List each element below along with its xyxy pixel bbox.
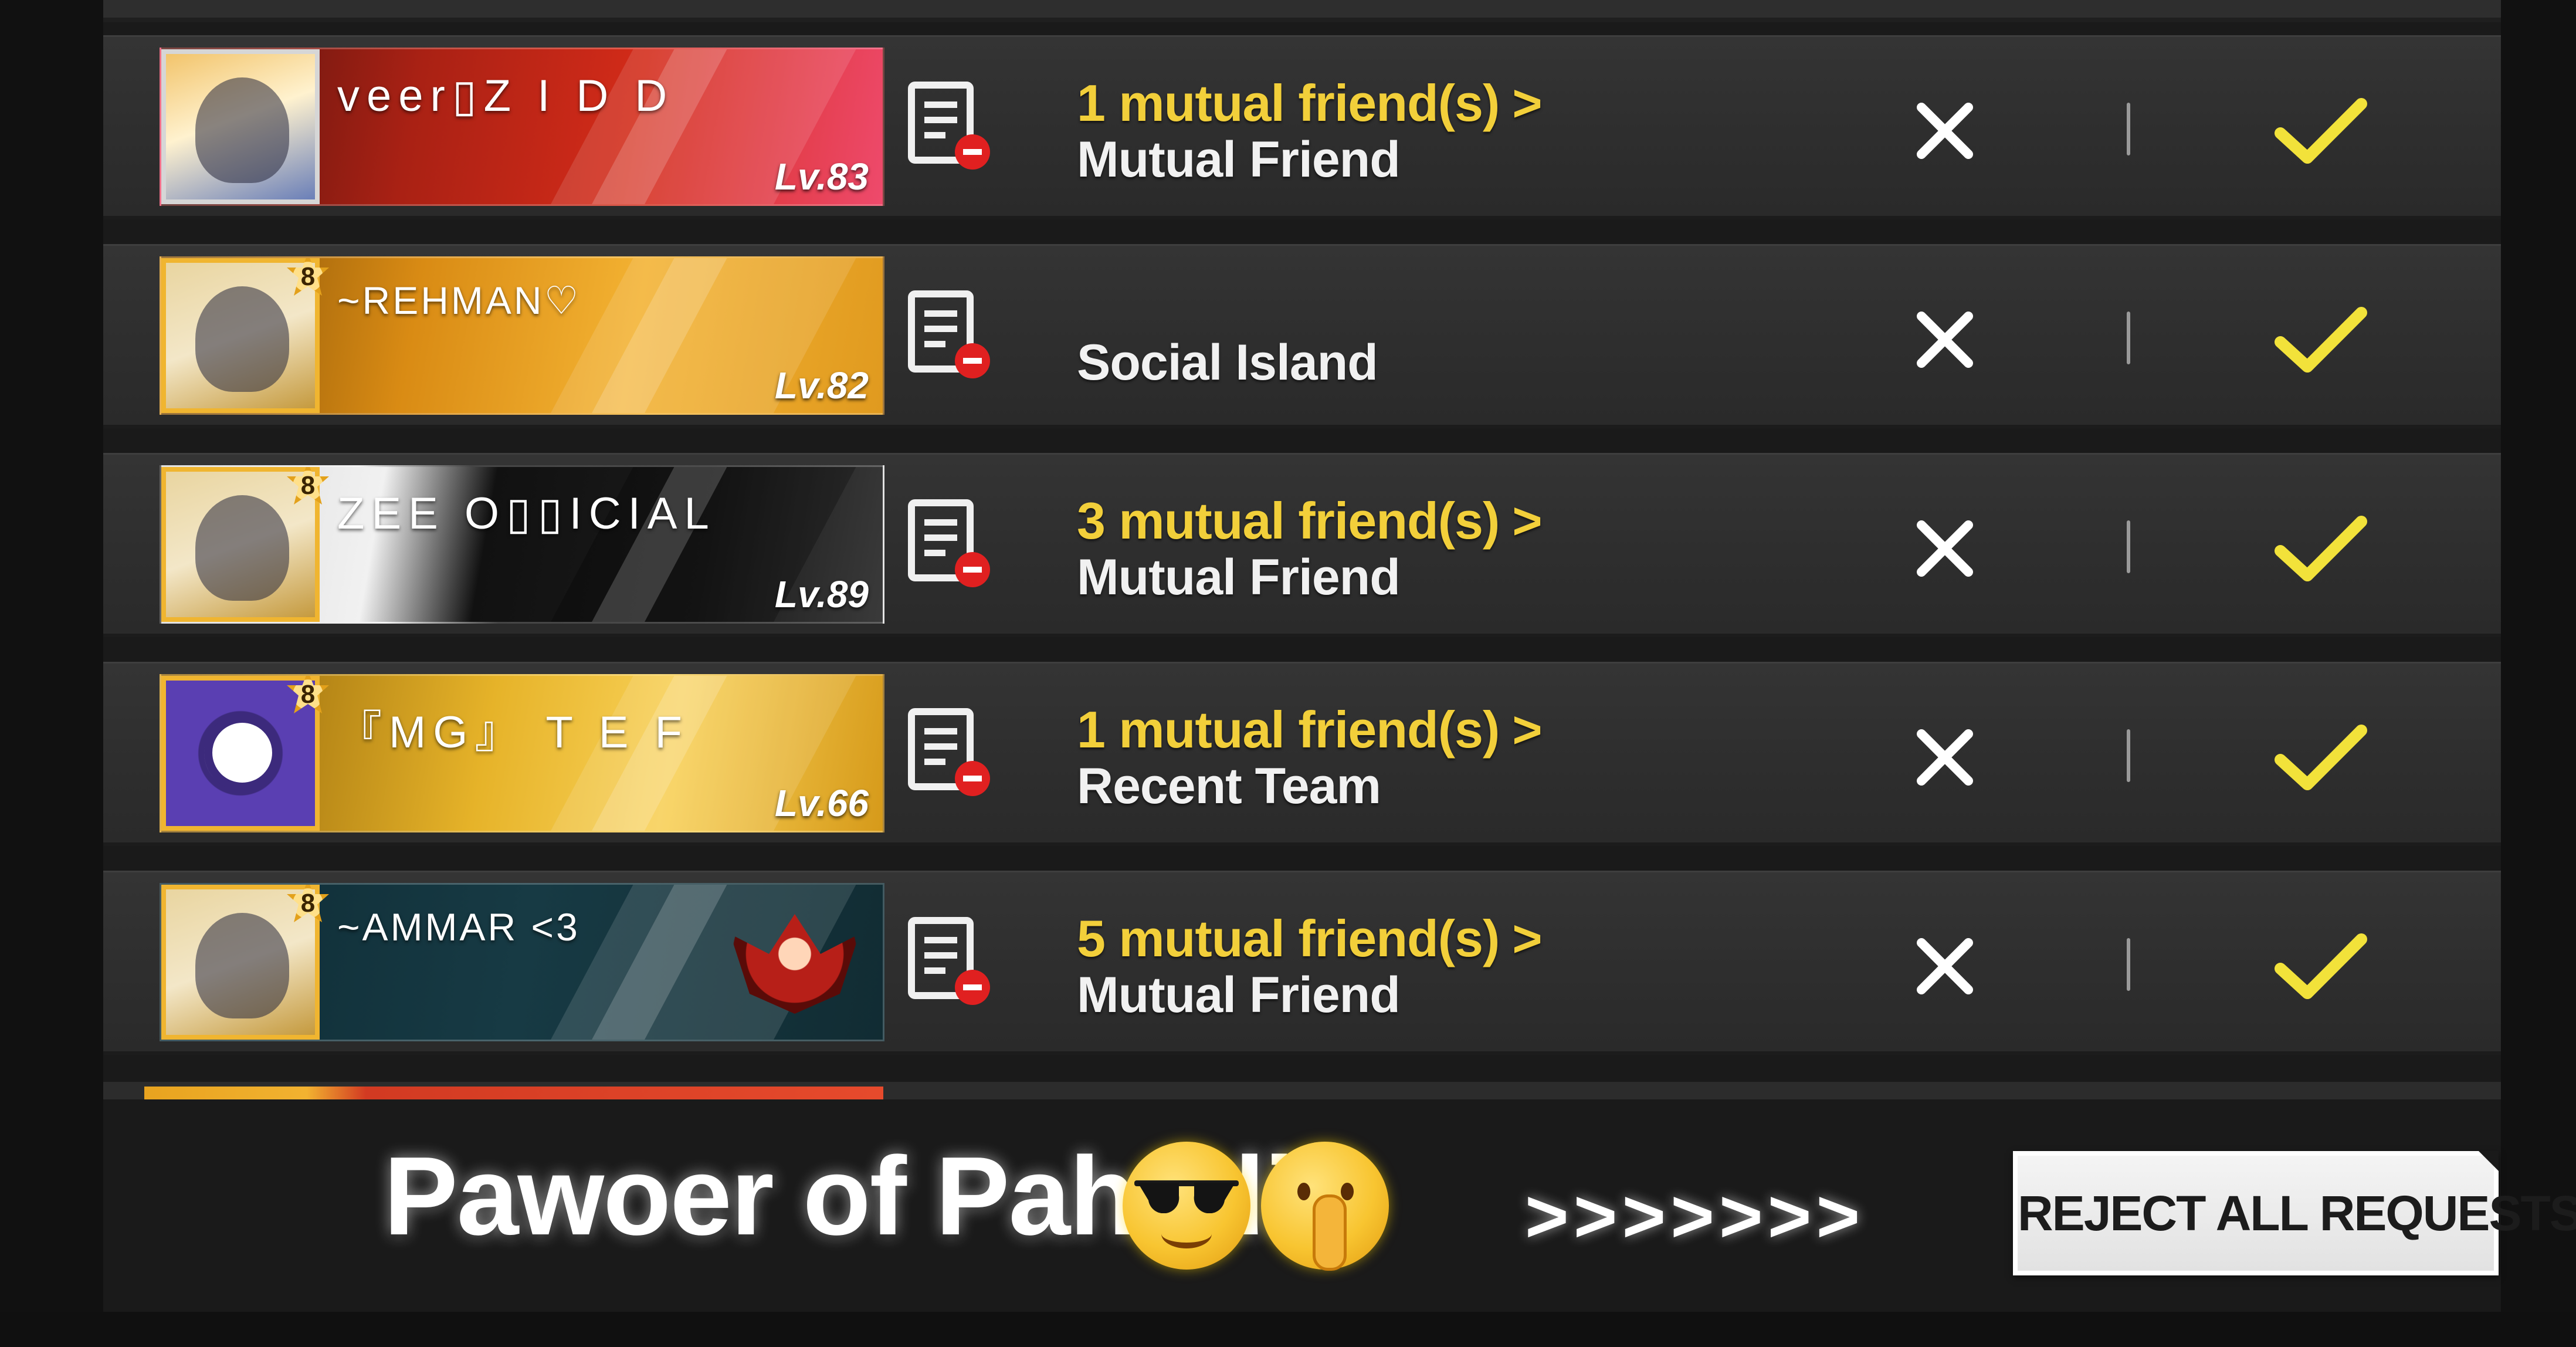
- friend-request-row: 8 ~AMMAR <3 5 mutual friend(s) > Mutual Frie…: [103, 871, 2501, 1055]
- reject-request-button[interactable]: [1904, 90, 1986, 172]
- avatar-figure: [195, 77, 289, 183]
- player-avatar: [161, 467, 320, 622]
- friend-request-row: veer▯Z I D D Lv.83 1 mutual friend(s) > Mutu…: [103, 35, 2501, 219]
- player-level: Lv.83: [774, 155, 869, 198]
- partial-player-card: [144, 1087, 883, 1099]
- left-margin: [0, 0, 103, 1347]
- player-name: 『MG』 T E F: [337, 708, 689, 757]
- view-profile-button[interactable]: [907, 916, 995, 1016]
- mutual-friends-count: 5 mutual friend(s): [1077, 909, 1500, 967]
- emoji-mouth: [1161, 1219, 1212, 1248]
- accept-request-button[interactable]: [2267, 920, 2373, 1014]
- accept-request-button[interactable]: [2267, 85, 2373, 179]
- view-profile-button[interactable]: [907, 707, 995, 807]
- request-source: Mutual Friend: [1077, 131, 1401, 188]
- mutual-friends-count: 1 mutual friend(s): [1077, 74, 1500, 132]
- player-level: Lv.89: [774, 573, 869, 615]
- reject-all-label: REJECT ALL REQUESTS: [2018, 1186, 2576, 1241]
- avatar-figure: [204, 715, 280, 791]
- emoji-eye-left: [1297, 1183, 1310, 1200]
- friend-request-row: 8 ~REHMAN♡ Lv.82 Social Island: [103, 244, 2501, 428]
- action-divider: [2127, 938, 2130, 991]
- close-icon: [1917, 938, 1973, 994]
- avatar-figure: [195, 913, 289, 1018]
- friend-request-row: 8 ZEE O▯▯ICIAL Lv.89 3 mutual friend(s) > Mut…: [103, 453, 2501, 637]
- profile-details-icon: [908, 82, 990, 170]
- player-name-card[interactable]: 8 ZEE O▯▯ICIAL Lv.89: [160, 465, 884, 624]
- reject-request-button[interactable]: [1904, 925, 1986, 1007]
- player-name-card[interactable]: 8 ~REHMAN♡ Lv.82: [160, 256, 884, 415]
- chevron-right-icon: >: [1512, 700, 1542, 759]
- action-divider: [2127, 520, 2130, 573]
- mutual-friends-link[interactable]: 1 mutual friend(s) >: [1077, 700, 1543, 760]
- chevron-right-icon: >: [1512, 74, 1542, 132]
- checkmark-icon: [2275, 933, 2367, 999]
- view-profile-button[interactable]: [907, 80, 995, 180]
- chevron-right-icon: >: [1512, 909, 1542, 967]
- sunglasses-icon: [1134, 1180, 1239, 1213]
- overlay-arrows: >>>>>>>: [1525, 1175, 1865, 1258]
- previous-row-edge: [103, 0, 2501, 22]
- player-avatar: [161, 885, 320, 1040]
- right-margin: [2501, 0, 2576, 1347]
- request-source: Recent Team: [1077, 758, 1381, 814]
- action-divider: [2127, 729, 2130, 782]
- request-source: Mutual Friend: [1077, 549, 1401, 605]
- player-level: Lv.66: [774, 782, 869, 824]
- player-level: Lv.82: [774, 364, 869, 407]
- profile-details-icon: [908, 499, 990, 587]
- reject-request-button[interactable]: [1904, 299, 1986, 381]
- checkmark-icon: [2275, 98, 2367, 164]
- friend-request-row: 8 『MG』 T E F Lv.66 1 mutual friend(s) > Recen…: [103, 662, 2501, 846]
- action-divider: [2127, 312, 2130, 364]
- partial-request-row: [103, 1082, 2501, 1099]
- player-name: ~AMMAR <3: [337, 905, 580, 949]
- profile-details-icon: [908, 917, 990, 1005]
- close-icon: [1917, 103, 1973, 159]
- request-source: Social Island: [1077, 334, 1378, 391]
- player-avatar: [161, 49, 320, 204]
- view-profile-button[interactable]: [907, 289, 995, 389]
- bottom-bar: [0, 1312, 2576, 1347]
- close-icon: [1917, 312, 1973, 368]
- avatar-figure: [195, 495, 289, 601]
- request-source: Mutual Friend: [1077, 967, 1401, 1023]
- player-name-card[interactable]: veer▯Z I D D Lv.83: [160, 48, 884, 206]
- profile-details-icon: [908, 290, 990, 378]
- checkmark-icon: [2275, 307, 2367, 373]
- mutual-friends-count: 3 mutual friend(s): [1077, 492, 1500, 550]
- player-name: ZEE O▯▯ICIAL: [337, 489, 716, 539]
- close-icon: [1917, 520, 1973, 577]
- chevron-right-icon: >: [1512, 492, 1542, 550]
- player-name: ~REHMAN♡: [337, 279, 581, 322]
- avatar-figure: [195, 286, 289, 392]
- player-name-card[interactable]: 8 『MG』 T E F Lv.66: [160, 674, 884, 832]
- mutual-friends-link[interactable]: 3 mutual friend(s) >: [1077, 491, 1543, 551]
- accept-request-button[interactable]: [2267, 712, 2373, 806]
- action-divider: [2127, 103, 2130, 155]
- emoji-eye-right: [1341, 1183, 1354, 1200]
- emoji-finger: [1313, 1194, 1347, 1271]
- mutual-friends-link[interactable]: 5 mutual friend(s) >: [1077, 909, 1543, 969]
- player-name: veer▯Z I D D: [337, 71, 674, 121]
- accept-request-button[interactable]: [2267, 503, 2373, 597]
- friend-requests-screen: veer▯Z I D D Lv.83 1 mutual friend(s) > Mutu…: [0, 0, 2576, 1347]
- reject-all-requests-button[interactable]: REJECT ALL REQUESTS: [2013, 1151, 2576, 1275]
- reject-request-button[interactable]: [1904, 507, 1986, 590]
- accept-request-button[interactable]: [2267, 294, 2373, 388]
- button-corner-notch: [2479, 1151, 2499, 1171]
- player-avatar: [161, 676, 320, 831]
- profile-details-icon: [908, 708, 990, 796]
- sunglasses-emoji-icon: [1123, 1142, 1250, 1270]
- view-profile-button[interactable]: [907, 498, 995, 598]
- shushing-emoji-icon: [1261, 1142, 1389, 1271]
- mutual-friends-count: 1 mutual friend(s): [1077, 700, 1500, 759]
- player-avatar: [161, 258, 320, 413]
- checkmark-icon: [2275, 725, 2367, 790]
- player-name-card[interactable]: 8 ~AMMAR <3: [160, 883, 884, 1041]
- reject-request-button[interactable]: [1904, 716, 1986, 798]
- close-icon: [1917, 729, 1973, 786]
- mutual-friends-link[interactable]: 1 mutual friend(s) >: [1077, 73, 1543, 133]
- checkmark-icon: [2275, 516, 2367, 581]
